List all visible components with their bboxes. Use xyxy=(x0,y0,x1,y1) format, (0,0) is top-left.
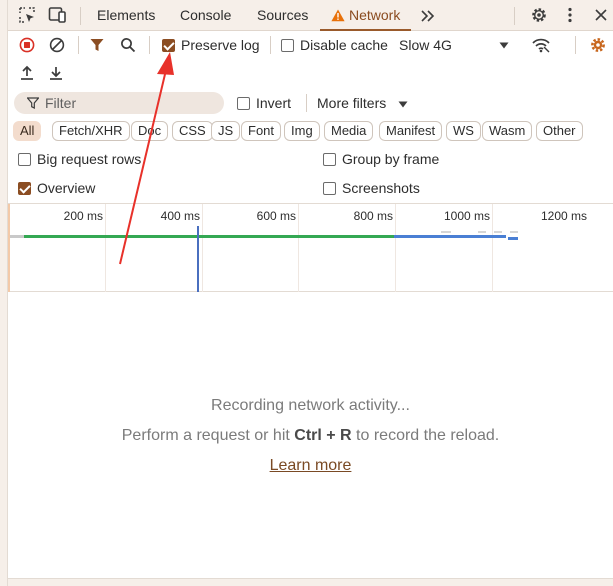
type-filter-manifest[interactable]: Manifest xyxy=(379,121,443,141)
disable-cache-checkbox[interactable] xyxy=(281,39,294,52)
throttling-select[interactable]: Slow 4G xyxy=(399,37,452,53)
timeline-bar-faint xyxy=(441,231,451,233)
stop-recording-icon[interactable] xyxy=(18,36,36,54)
toolbar-divider xyxy=(78,36,79,54)
screenshots-checkbox[interactable] xyxy=(323,182,336,195)
inspect-element-icon[interactable] xyxy=(17,5,37,25)
empty-state-sub-after: to record the reload. xyxy=(351,427,500,444)
timeline-bar-blue xyxy=(394,235,506,238)
type-filter-ws[interactable]: WS xyxy=(446,121,481,141)
warning-icon xyxy=(331,8,345,22)
timeline-tick-label: 1200 ms xyxy=(540,209,587,223)
type-filter-font[interactable]: Font xyxy=(241,121,282,141)
timeline-bar-faint xyxy=(494,231,502,233)
tab-elements[interactable]: Elements xyxy=(97,0,155,31)
import-har-upload-icon[interactable] xyxy=(18,64,36,82)
timeline-left-handle[interactable] xyxy=(8,204,10,292)
filter-placeholder: Filter xyxy=(45,95,77,111)
learn-more-link[interactable]: Learn more xyxy=(270,457,352,474)
tab-bar-divider-right xyxy=(514,7,515,25)
empty-state-subtitle: Perform a request or hit Ctrl + R to rec… xyxy=(8,427,613,445)
more-tabs-chevron-icon[interactable] xyxy=(418,6,438,26)
timeline-bar-green xyxy=(24,235,396,238)
timeline-domcontentloaded-marker xyxy=(197,226,199,292)
timeline-gridline xyxy=(105,204,106,292)
device-toolbar-icon[interactable] xyxy=(47,5,69,25)
screenshots-label[interactable]: Screenshots xyxy=(342,180,420,196)
group-by-frame-label[interactable]: Group by frame xyxy=(342,151,439,167)
invert-checkbox[interactable] xyxy=(237,97,250,110)
filter-funnel-icon[interactable] xyxy=(88,36,106,54)
timeline-bar-queued xyxy=(10,235,24,238)
more-filters-button[interactable]: More filters xyxy=(317,95,386,111)
timeline-tick-label: 200 ms xyxy=(63,209,103,223)
learn-more-row: Learn more xyxy=(8,457,613,475)
tab-bar-divider xyxy=(80,7,81,25)
type-filter-js[interactable]: JS xyxy=(211,121,241,141)
timeline-tick-label: 1000 ms xyxy=(443,209,490,223)
settings-gear-icon[interactable] xyxy=(529,5,549,25)
overview-label[interactable]: Overview xyxy=(37,180,95,196)
tab-network-label: Network xyxy=(349,7,401,23)
network-settings-gear-icon[interactable] xyxy=(588,35,608,55)
timeline-bar-blue-small xyxy=(508,237,518,240)
empty-state-title: Recording network activity... xyxy=(211,397,410,414)
timeline-tick-label: 800 ms xyxy=(353,209,393,223)
close-devtools-icon[interactable] xyxy=(591,5,611,25)
type-filter-img[interactable]: Img xyxy=(284,121,320,141)
bottom-status-bar xyxy=(8,578,613,586)
disable-cache-label[interactable]: Disable cache xyxy=(300,37,388,53)
overview-checkbox[interactable] xyxy=(18,182,31,195)
filter-funnel-small-icon xyxy=(26,96,40,110)
group-by-frame-checkbox[interactable] xyxy=(323,153,336,166)
toolbar-divider xyxy=(575,36,576,54)
clear-log-icon[interactable] xyxy=(48,36,66,54)
toolbar-divider xyxy=(306,94,307,112)
chevron-down-icon[interactable] xyxy=(498,40,510,50)
more-options-kebab-icon[interactable] xyxy=(560,5,580,25)
network-conditions-icon[interactable] xyxy=(530,35,552,55)
toolbar-divider xyxy=(270,36,271,54)
invert-label[interactable]: Invert xyxy=(256,95,291,111)
left-panel-edge xyxy=(0,0,8,586)
timeline-gridline xyxy=(298,204,299,292)
type-filter-media[interactable]: Media xyxy=(324,121,374,141)
annotation-arrow xyxy=(119,52,174,265)
big-request-rows-checkbox[interactable] xyxy=(18,153,31,166)
tab-sources[interactable]: Sources xyxy=(257,0,308,31)
tab-network[interactable]: Network xyxy=(320,0,411,31)
timeline-gridline xyxy=(202,204,203,292)
timeline-bar-faint xyxy=(510,231,518,233)
network-overview-timeline[interactable]: 200 ms 400 ms 600 ms 800 ms 1000 ms 1200… xyxy=(8,203,613,292)
more-filters-chevron-down-icon[interactable] xyxy=(397,99,409,109)
timeline-gridline xyxy=(492,204,493,292)
preserve-log-label[interactable]: Preserve log xyxy=(181,37,260,53)
type-filter-wasm[interactable]: Wasm xyxy=(482,121,533,141)
export-har-download-icon[interactable] xyxy=(47,64,65,82)
timeline-tick-label: 600 ms xyxy=(256,209,296,223)
tab-console[interactable]: Console xyxy=(180,0,231,31)
empty-state-sub-before: Perform a request or hit xyxy=(121,427,295,444)
type-filter-other[interactable]: Other xyxy=(536,121,583,141)
timeline-gridline xyxy=(395,204,396,292)
timeline-bar-faint xyxy=(478,231,486,233)
reload-shortcut: Ctrl + R xyxy=(294,427,352,444)
type-filter-all[interactable]: All xyxy=(13,121,42,141)
